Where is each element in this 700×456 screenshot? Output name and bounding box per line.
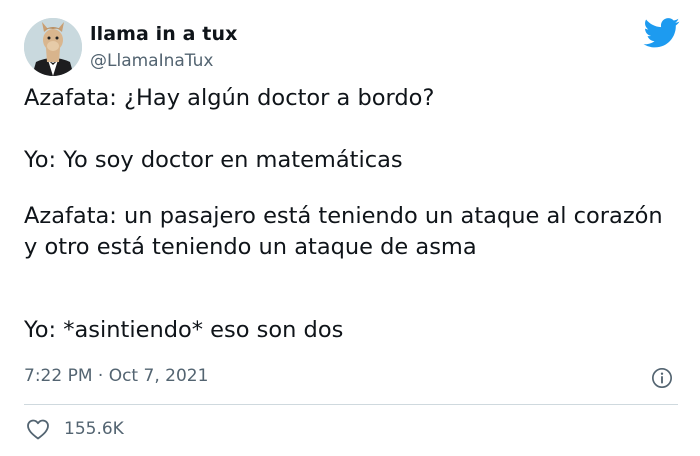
tweet-paragraph: Azafata: un pasajero está teniendo un at… [24,203,663,260]
info-icon[interactable] [651,367,673,389]
display-name[interactable]: llama in a tux [90,23,237,45]
like-count: 155.6K [64,419,124,439]
tweet-text: Azafata: ¿Hay algún doctor a bordo? Yo: … [24,83,674,346]
tweet-paragraph: Yo: Yo soy doctor en matemáticas [24,147,403,173]
divider [24,404,678,405]
tweet-paragraph: Yo: *asintiendo* eso son dos [24,317,344,343]
tweet-timestamp[interactable]: 7:22 PM · Oct 7, 2021 [24,366,208,386]
twitter-bird-icon[interactable] [643,18,681,48]
tweet-paragraph: Azafata: ¿Hay algún doctor a bordo? [24,85,435,111]
user-handle[interactable]: @LlamaInaTux [90,51,213,71]
heart-icon[interactable] [26,418,50,440]
avatar[interactable] [24,18,82,76]
